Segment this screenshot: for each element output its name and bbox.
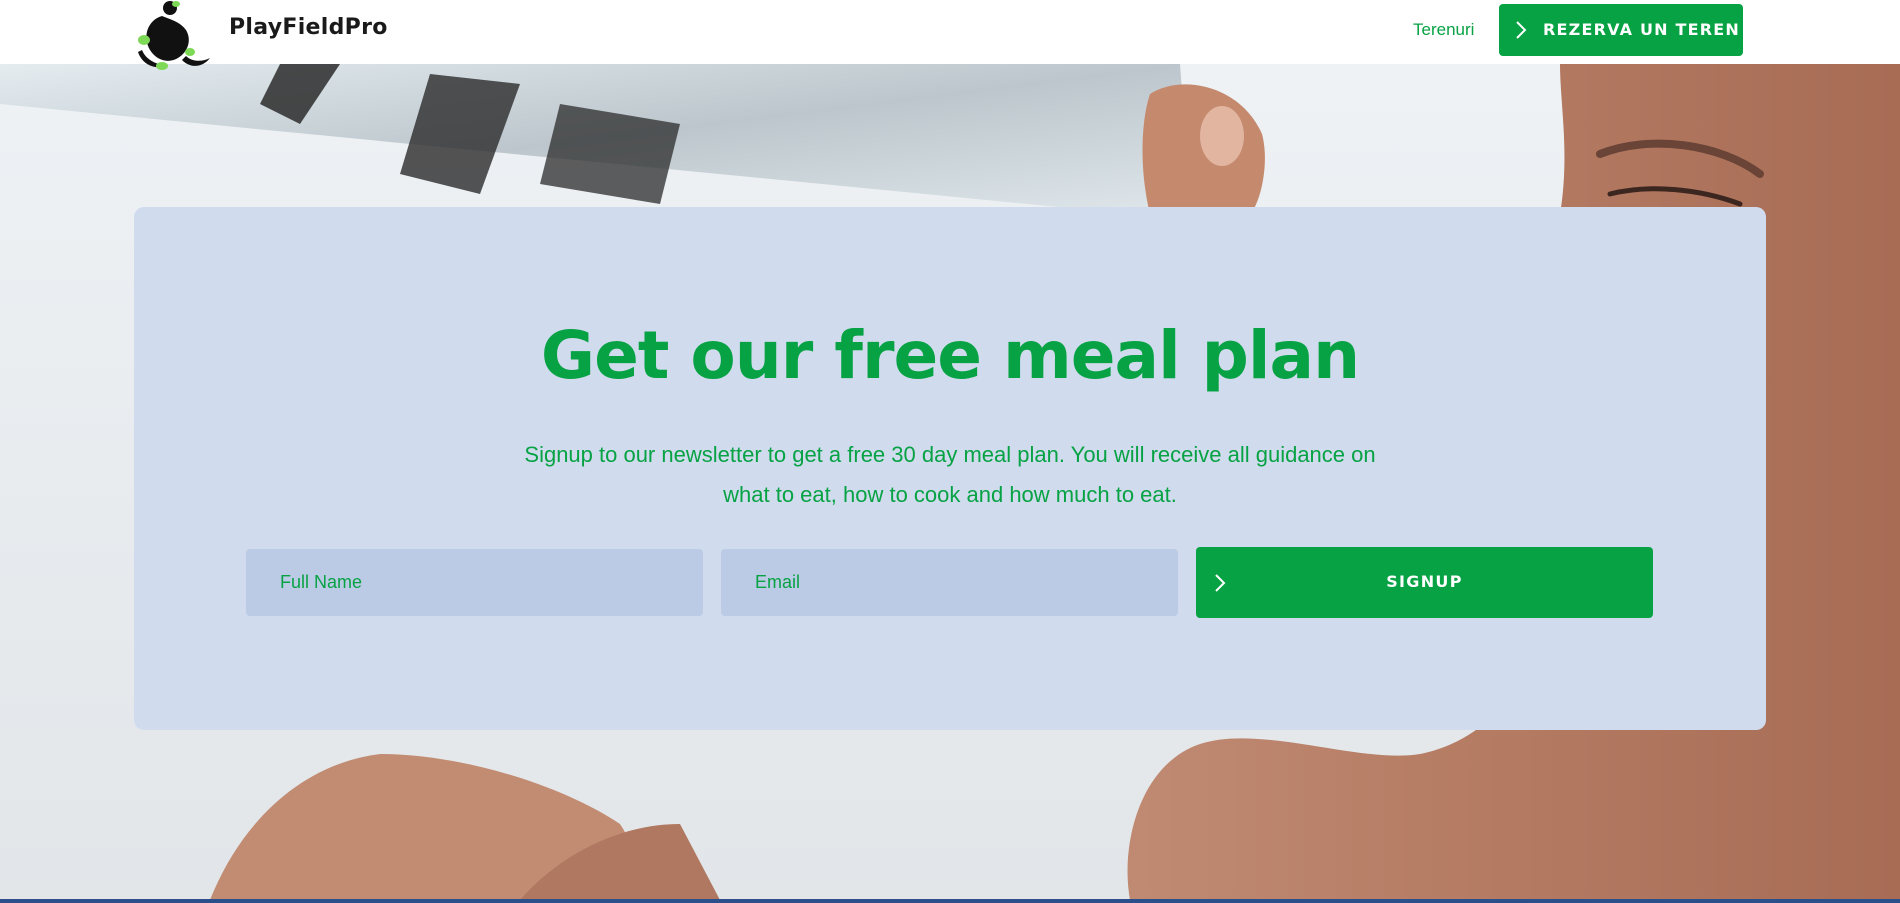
nav-link-terenuri[interactable]: Terenuri: [1413, 20, 1474, 40]
bottom-divider: [0, 899, 1900, 903]
signup-button[interactable]: SIGNUP: [1196, 547, 1653, 618]
brand-name[interactable]: PlayFieldPro: [229, 15, 388, 40]
site-header: PlayFieldPro Terenuri REZERVA UN TEREN: [0, 0, 1900, 70]
email-input[interactable]: [721, 549, 1178, 616]
reserve-field-button[interactable]: REZERVA UN TEREN: [1499, 4, 1743, 56]
newsletter-title: Get our free meal plan: [540, 317, 1360, 394]
full-name-input[interactable]: [246, 549, 703, 616]
reserve-field-button-label: REZERVA UN TEREN: [1543, 20, 1740, 39]
newsletter-card: Get our free meal plan Signup to our new…: [134, 207, 1766, 730]
chevron-right-icon: [1516, 21, 1527, 39]
signup-button-label: SIGNUP: [1386, 572, 1463, 591]
newsletter-description: Signup to our newsletter to get a free 3…: [524, 442, 1376, 507]
logo-icon[interactable]: [132, 0, 214, 74]
